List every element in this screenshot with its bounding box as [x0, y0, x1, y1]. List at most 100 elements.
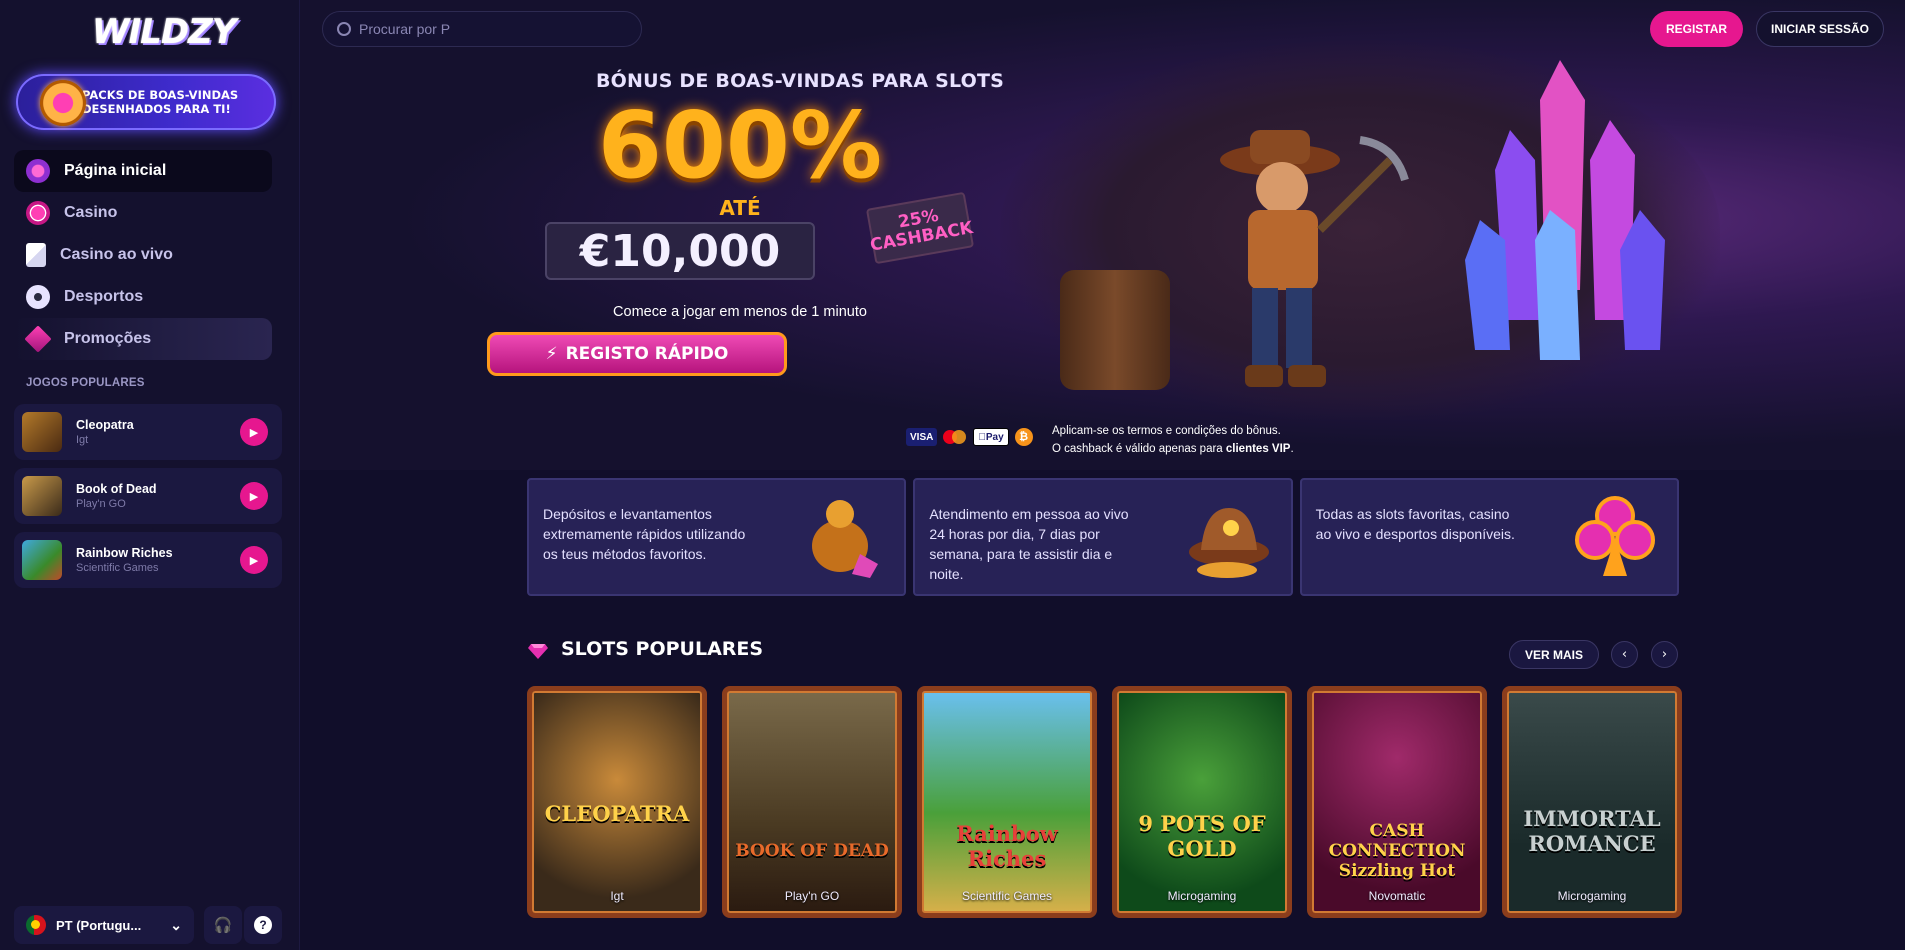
- payment-methods: VISA Pay ₿: [906, 428, 1033, 446]
- game-provider: Igt: [76, 434, 89, 446]
- quick-register-button[interactable]: ⚡ REGISTO RÁPIDO: [487, 332, 787, 376]
- apple-pay-icon: Pay: [973, 428, 1009, 446]
- chevron-down-icon: ⌄: [170, 916, 182, 933]
- crystals-illustration: [1465, 60, 1665, 360]
- coin-icon: [40, 80, 86, 126]
- slot-card[interactable]: CASH CONNECTION Sizzling Hot Novomatic: [1307, 686, 1487, 918]
- game-thumbnail: [22, 412, 62, 452]
- quick-register-label: REGISTO RÁPIDO: [565, 344, 729, 364]
- language-label: PT (Portugu...: [56, 917, 142, 933]
- slot-provider: Microgaming: [1557, 889, 1627, 903]
- home-icon: [26, 159, 50, 183]
- visa-icon: VISA: [906, 428, 938, 446]
- hero-amount: €10,000: [545, 222, 815, 280]
- slot-provider: Play'n GO: [784, 889, 840, 903]
- slot-title: CLEOPATRA: [544, 801, 690, 826]
- carousel-prev-button[interactable]: ‹: [1611, 641, 1638, 668]
- game-thumbnail: [22, 476, 62, 516]
- game-name: Cleopatra: [76, 418, 134, 432]
- casino-chip-icon: [26, 201, 50, 225]
- game-name: Rainbow Riches: [76, 546, 173, 560]
- nav-item-casino[interactable]: Casino: [14, 192, 272, 234]
- miner-hat-icon: [1188, 508, 1269, 578]
- nav-item-label: Página inicial: [64, 162, 167, 179]
- terms-line-2-suffix: .: [1290, 443, 1294, 455]
- language-selector[interactable]: PT (Portugu... ⌄: [14, 906, 194, 944]
- play-icon[interactable]: ▶: [240, 546, 268, 574]
- nav-item-label: Desportos: [64, 288, 144, 305]
- login-button[interactable]: INICIAR SESSÃO: [1756, 11, 1884, 47]
- terms-line-2-prefix: O cashback é válido apenas para: [1052, 443, 1226, 455]
- bitcoin-icon: ₿: [1014, 428, 1033, 446]
- slot-title: Rainbow Riches: [956, 821, 1058, 871]
- hero-kicker: BÓNUS DE BOAS-VINDAS PARA SLOTS: [595, 70, 1005, 92]
- popular-game-item[interactable]: Book of Dead Play'n GO ▶: [14, 468, 282, 524]
- slot-card[interactable]: IMMORTAL ROMANCE Microgaming: [1502, 686, 1682, 918]
- welcome-packs-banner[interactable]: PACKS DE BOAS-VINDAS DESENHADOS PARA TI!: [16, 74, 276, 130]
- feature-cards: Depósitos e levantamentos extremamente r…: [527, 478, 1679, 596]
- feature-card-games: Todas as slots favoritas, casino ao vivo…: [1299, 478, 1679, 596]
- gem-icon: [528, 644, 548, 659]
- nav-item-sports[interactable]: Desportos: [14, 276, 272, 318]
- soccer-ball-icon: [26, 285, 50, 309]
- popular-slots-carousel: CLEOPATRA Igt BOOK OF DEAD Play'n GO Rai…: [527, 686, 1682, 918]
- slot-card[interactable]: Rainbow Riches Scientific Games: [917, 686, 1097, 918]
- question-mark-icon: ?: [254, 916, 272, 934]
- slot-card[interactable]: CLEOPATRA Igt: [527, 686, 707, 918]
- slot-card[interactable]: BOOK OF DEAD Play'n GO: [722, 686, 902, 918]
- lightning-icon: ⚡: [545, 344, 558, 364]
- nav-item-label: Promoções: [64, 330, 152, 347]
- popular-game-item[interactable]: Rainbow Riches Scientific Games ▶: [14, 532, 282, 588]
- search-icon: [337, 22, 351, 36]
- game-thumbnail: [22, 540, 62, 580]
- money-bag-icon: [812, 500, 879, 578]
- miner-illustration: [1220, 130, 1409, 387]
- main-nav: Página inicial Casino Casino ao vivo Des…: [14, 150, 272, 360]
- nav-item-label: Casino ao vivo: [60, 246, 173, 263]
- terms-line-1: Aplicam-se os termos e condições do bônu…: [1052, 425, 1281, 437]
- register-button[interactable]: REGISTAR: [1650, 11, 1743, 47]
- slot-card[interactable]: 9 POTS OF GOLD Microgaming: [1112, 686, 1292, 918]
- support-headset-button[interactable]: 🎧: [204, 906, 242, 944]
- play-icon[interactable]: ▶: [240, 482, 268, 510]
- game-name: Book of Dead: [76, 482, 157, 496]
- hero-upto: ATÉ: [719, 196, 761, 220]
- nav-item-promotions[interactable]: Promoções: [14, 318, 272, 360]
- see-more-button[interactable]: VER MAIS: [1509, 640, 1599, 669]
- headset-icon: 🎧: [213, 916, 233, 934]
- carousel-next-button[interactable]: ›: [1651, 641, 1678, 668]
- portugal-flag-icon: [26, 915, 46, 935]
- popular-games-list: Cleopatra Igt ▶ Book of Dead Play'n GO ▶…: [14, 404, 282, 596]
- search-bar[interactable]: [322, 11, 642, 47]
- mastercard-icon: [943, 429, 967, 445]
- sidebar: WILDZY PACKS DE BOAS-VINDAS DESENHADOS P…: [0, 0, 300, 950]
- nav-item-home[interactable]: Página inicial: [14, 150, 272, 192]
- help-button[interactable]: ?: [244, 906, 282, 944]
- diamond-icon: [24, 325, 52, 353]
- slot-title: BOOK OF DEAD: [735, 841, 889, 861]
- popular-games-title: JOGOS POPULARES: [26, 377, 145, 389]
- playing-card-icon: [26, 243, 46, 267]
- nav-item-live-casino[interactable]: Casino ao vivo: [14, 234, 272, 276]
- popular-slots-header: SLOTS POPULARES: [527, 638, 763, 660]
- play-icon[interactable]: ▶: [240, 418, 268, 446]
- bonus-terms: Aplicam-se os termos e condições do bônu…: [1052, 422, 1294, 458]
- feature-text: Depósitos e levantamentos extremamente r…: [543, 506, 746, 562]
- slot-provider: Microgaming: [1167, 889, 1237, 903]
- hero-subtitle: Comece a jogar em menos de 1 minuto: [613, 304, 867, 320]
- wildzy-logo[interactable]: WILDZY: [92, 12, 236, 52]
- feature-text: Atendimento em pessoa ao vivo 24 horas p…: [929, 506, 1129, 582]
- nav-item-label: Casino: [64, 204, 118, 221]
- gold-barrel: [1060, 270, 1170, 390]
- feature-text: Todas as slots favoritas, casino ao vivo…: [1315, 506, 1515, 542]
- slot-title: 9 POTS OF GOLD: [1138, 811, 1266, 861]
- slot-title: CASH CONNECTION Sizzling Hot: [1328, 821, 1466, 881]
- hero-percent: 600%: [597, 92, 883, 199]
- slot-provider: Igt: [610, 889, 624, 903]
- popular-game-item[interactable]: Cleopatra Igt ▶: [14, 404, 282, 460]
- slot-title: IMMORTAL ROMANCE: [1523, 806, 1661, 856]
- chevron-right-icon: ›: [1661, 647, 1668, 662]
- search-input[interactable]: [359, 21, 609, 37]
- vip-clients-link[interactable]: clientes VIP: [1226, 443, 1291, 455]
- club-suit-icon: [1574, 496, 1655, 576]
